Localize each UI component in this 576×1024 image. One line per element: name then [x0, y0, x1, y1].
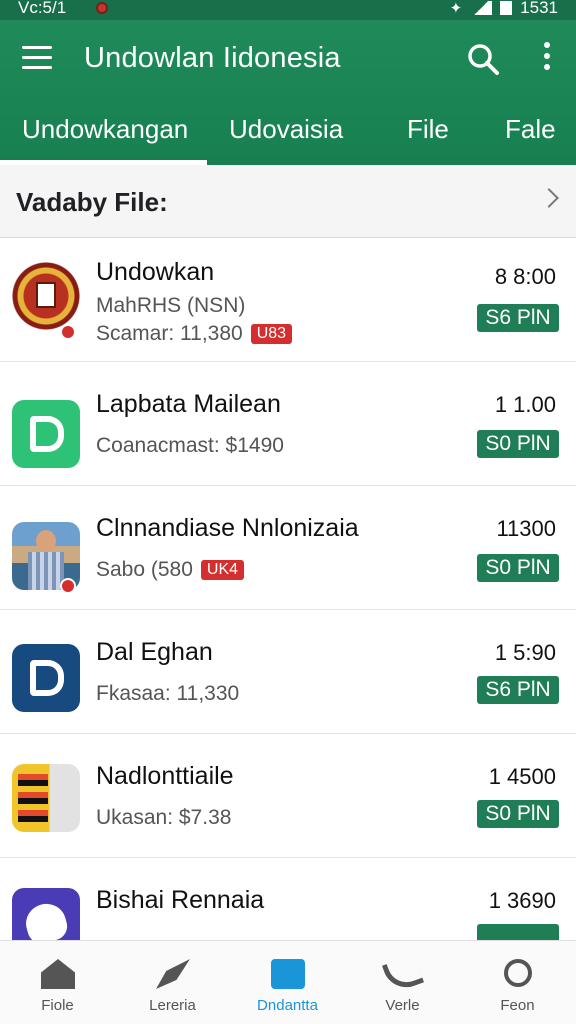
item-meta: Fkasaa: 11,330 — [96, 682, 239, 706]
item-tag: UK4 — [200, 560, 245, 580]
item-badge[interactable]: S0 PlN — [477, 430, 559, 458]
item-subtitle: MahRHS (NSN) — [96, 294, 246, 317]
item-meta-text: Sabo (580 — [96, 558, 193, 581]
poster-icon — [12, 764, 80, 832]
error-badge-icon — [60, 578, 76, 594]
file-list: Undowkan MahRHS (NSN) Scamar: 11,380 U83… — [0, 238, 576, 940]
shopping-bag-icon — [271, 959, 305, 989]
item-time: 1 1.00 — [494, 392, 556, 417]
status-icons: ✦ 1531 — [450, 0, 558, 18]
item-meta: Sabo (580 UK4 — [96, 558, 245, 582]
purple-app-icon — [12, 888, 80, 940]
nav-label: Dndantta — [257, 997, 318, 1014]
tab-undowkangan[interactable]: Undowkangan — [22, 110, 188, 165]
nav-item-lereria[interactable]: Lereria — [115, 941, 230, 1024]
bottom-navigation: Fiole Lereria Dndantta Verle Feon — [0, 940, 576, 1024]
error-badge-icon — [60, 324, 76, 340]
item-time: 8 8:00 — [494, 264, 556, 289]
list-item[interactable]: Bishai Rennaia 1 3690 — [0, 858, 576, 940]
item-title: Undowkan — [96, 258, 215, 286]
nav-item-dndantta[interactable]: Dndantta — [230, 941, 345, 1024]
list-item[interactable]: Nadlonttiaile Ukasan: $7.38 1 4500 S0 Pl… — [0, 734, 576, 858]
nav-item-feon[interactable]: Feon — [460, 941, 575, 1024]
list-item[interactable]: Lapbata Mailean Coanacmast: $1490 1 1.00… — [0, 362, 576, 486]
nav-label: Feon — [500, 997, 535, 1014]
signal-icon — [470, 1, 493, 15]
item-tag: U83 — [250, 324, 293, 344]
item-title: Bishai Rennaia — [96, 886, 265, 914]
section-header[interactable]: Vadaby File: — [0, 165, 576, 238]
item-badge[interactable]: S0 PlN — [477, 800, 559, 828]
chevron-right-icon — [539, 188, 559, 208]
item-meta-text: Ukasan: $7.38 — [96, 806, 232, 829]
search-icon — [504, 959, 532, 987]
item-badge[interactable]: S0 PlN — [477, 554, 559, 582]
item-time: 11300 — [496, 516, 556, 541]
menu-icon[interactable] — [22, 46, 52, 70]
green-app-icon — [12, 400, 80, 468]
item-meta: Coanacmast: $1490 — [96, 434, 284, 458]
list-item[interactable]: Undowkan MahRHS (NSN) Scamar: 11,380 U83… — [0, 238, 576, 362]
item-title: Nadlonttiaile — [96, 762, 234, 790]
item-title: Dal Eghan — [96, 638, 213, 666]
tab-file[interactable]: File — [407, 110, 449, 165]
app-title: Undowlan Iidonesia — [84, 42, 341, 74]
app-bar: Undowlan Iidonesia Undowkangan Udovaisia… — [0, 20, 576, 165]
item-badge[interactable]: S6 PlN — [477, 304, 559, 332]
tab-bar: Undowkangan Udovaisia File Fale — [0, 110, 576, 165]
item-meta: Scamar: 11,380 U83 — [96, 322, 293, 346]
item-time: 1 4500 — [488, 764, 556, 789]
seal-emblem-icon — [12, 262, 80, 330]
list-item[interactable]: Clnnandiase Nnlonizaia Sabo (580 UK4 113… — [0, 486, 576, 610]
item-time: 1 3690 — [488, 888, 556, 913]
search-icon[interactable] — [466, 42, 500, 76]
wifi-icon: ✦ — [449, 0, 463, 17]
home-icon — [41, 959, 75, 989]
blue-app-icon — [12, 644, 80, 712]
phone-icon — [381, 954, 425, 994]
status-bar: Vc:5/1 ✦ 1531 — [0, 0, 576, 20]
item-badge[interactable]: S6 PlN — [477, 676, 559, 704]
more-options-icon[interactable] — [540, 42, 554, 76]
item-meta-text: Scamar: 11,380 — [96, 322, 243, 345]
section-title: Vadaby File: — [16, 187, 168, 217]
nav-item-verle[interactable]: Verle — [345, 941, 460, 1024]
item-title: Clnnandiase Nnlonizaia — [96, 514, 359, 542]
nav-label: Fiole — [41, 997, 74, 1014]
item-badge[interactable] — [477, 924, 559, 940]
nav-label: Verle — [385, 997, 420, 1014]
tab-udovaisia[interactable]: Udovaisia — [229, 110, 343, 165]
nav-item-fiole[interactable]: Fiole — [0, 941, 115, 1024]
list-item[interactable]: Dal Eghan Fkasaa: 11,330 1 5:90 S6 PlN — [0, 610, 576, 734]
nav-label: Lereria — [149, 997, 196, 1014]
item-meta-text: Coanacmast: $1490 — [96, 434, 284, 457]
item-title: Lapbata Mailean — [96, 390, 281, 418]
notification-icon — [96, 2, 108, 14]
status-clock: 1531 — [520, 0, 558, 17]
status-time: Vc:5/1 — [18, 0, 67, 17]
tab-fale[interactable]: Fale — [505, 110, 556, 165]
battery-icon — [500, 1, 513, 15]
item-meta-text: Fkasaa: 11,330 — [96, 682, 240, 705]
item-meta: Ukasan: $7.38 — [96, 806, 231, 830]
item-time: 1 5:90 — [494, 640, 556, 665]
rocket-icon — [156, 959, 190, 989]
